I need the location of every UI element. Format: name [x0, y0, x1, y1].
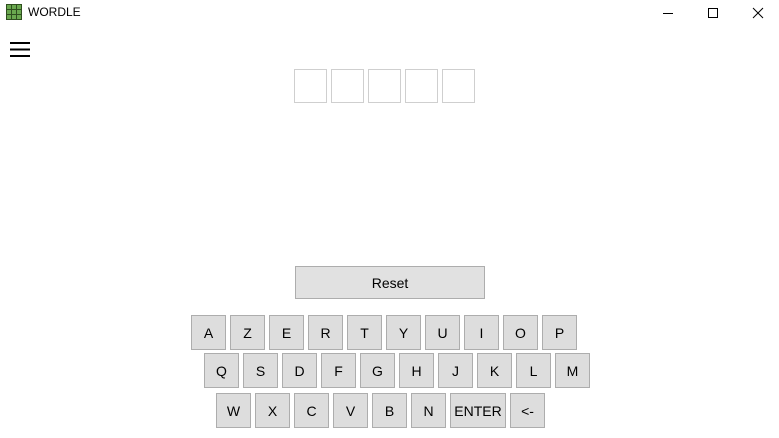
keyboard-row-3: W X C V B N ENTER <- — [216, 393, 545, 428]
key-i[interactable]: I — [464, 315, 499, 350]
key-f[interactable]: F — [321, 353, 356, 388]
maximize-icon — [707, 7, 719, 19]
key-o[interactable]: O — [503, 315, 538, 350]
close-icon — [752, 7, 764, 19]
key-y[interactable]: Y — [386, 315, 421, 350]
backspace-key[interactable]: <- — [510, 393, 545, 428]
key-e[interactable]: E — [269, 315, 304, 350]
key-t[interactable]: T — [347, 315, 382, 350]
key-s[interactable]: S — [243, 353, 278, 388]
key-p[interactable]: P — [542, 315, 577, 350]
letter-tile — [331, 69, 364, 103]
keyboard-row-1: A Z E R T Y U I O P — [191, 315, 577, 350]
letter-tile — [294, 69, 327, 103]
key-c[interactable]: C — [294, 393, 329, 428]
key-d[interactable]: D — [282, 353, 317, 388]
reset-button[interactable]: Reset — [295, 266, 485, 299]
maximize-button[interactable] — [690, 0, 736, 26]
key-g[interactable]: G — [360, 353, 395, 388]
enter-key[interactable]: ENTER — [450, 393, 506, 428]
title-bar[interactable]: WORDLE — [0, 0, 779, 26]
close-button[interactable] — [735, 0, 779, 26]
key-b[interactable]: B — [372, 393, 407, 428]
key-w[interactable]: W — [216, 393, 251, 428]
key-v[interactable]: V — [333, 393, 368, 428]
minimize-button[interactable] — [645, 0, 691, 26]
keyboard-row-2: Q S D F G H J K L M — [204, 353, 590, 388]
key-n[interactable]: N — [411, 393, 446, 428]
app-window: W O RD L E Reset A Z E R T Y U I O P Q S D F… — [0, 0, 779, 438]
key-a[interactable]: A — [191, 315, 226, 350]
hamburger-menu-icon — [10, 42, 30, 63]
window-title: WORDLE — [28, 5, 81, 19]
wordle-grid-icon — [6, 4, 22, 20]
key-j[interactable]: J — [438, 353, 473, 388]
letter-tile — [405, 69, 438, 103]
key-l[interactable]: L — [516, 353, 551, 388]
menu-button[interactable] — [10, 41, 30, 59]
key-u[interactable]: U — [425, 315, 460, 350]
key-k[interactable]: K — [477, 353, 512, 388]
key-z[interactable]: Z — [230, 315, 265, 350]
minimize-icon — [662, 7, 674, 19]
guess-row — [294, 69, 475, 103]
letter-tile — [368, 69, 401, 103]
letter-tile — [442, 69, 475, 103]
key-q[interactable]: Q — [204, 353, 239, 388]
key-x[interactable]: X — [255, 393, 290, 428]
key-m[interactable]: M — [555, 353, 590, 388]
key-r[interactable]: R — [308, 315, 343, 350]
key-h[interactable]: H — [399, 353, 434, 388]
